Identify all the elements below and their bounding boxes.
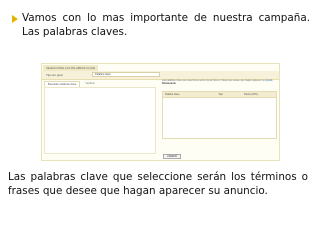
add-button[interactable]: AÑADIR xyxy=(163,154,181,159)
keywords-table: Palabra clave Tipo Oferta (CPC) xyxy=(162,91,277,139)
keyword-list-panel xyxy=(44,87,156,154)
adwords-screenshot: SELECCIONE LAS PALABRAS CLAVE Tipo de pp… xyxy=(41,63,280,161)
table-header: Palabra clave Tipo Oferta (CPC) xyxy=(163,92,276,98)
search-input[interactable]: Palabra clave xyxy=(92,72,160,77)
column-keyword: Palabra clave xyxy=(165,93,180,96)
help-link[interactable]: Ayuda xyxy=(266,79,273,82)
campaign-name: Restaurante xyxy=(162,82,176,86)
column-type: Tipo xyxy=(218,93,223,96)
bullet-text: Vamos con lo mas importante de nuestra c… xyxy=(22,12,310,38)
search-label: Tipo de ppal xyxy=(46,73,63,77)
bullet-item: Vamos con lo mas importante de nuestra c… xyxy=(8,11,310,39)
slide-caption: Las palabras clave que seleccione serán … xyxy=(8,171,308,197)
column-bid: Oferta (CPC) xyxy=(243,93,258,96)
selected-keywords-panel: Las palabras clave que seleccione serán … xyxy=(162,79,277,149)
bullet-arrow-icon xyxy=(8,11,22,39)
slide: Vamos con lo mas importante de nuestra c… xyxy=(0,0,320,240)
panel-note: Las palabras clave que seleccione serán … xyxy=(162,79,277,86)
panel-note-text: Las palabras clave que seleccione serán … xyxy=(162,79,265,82)
